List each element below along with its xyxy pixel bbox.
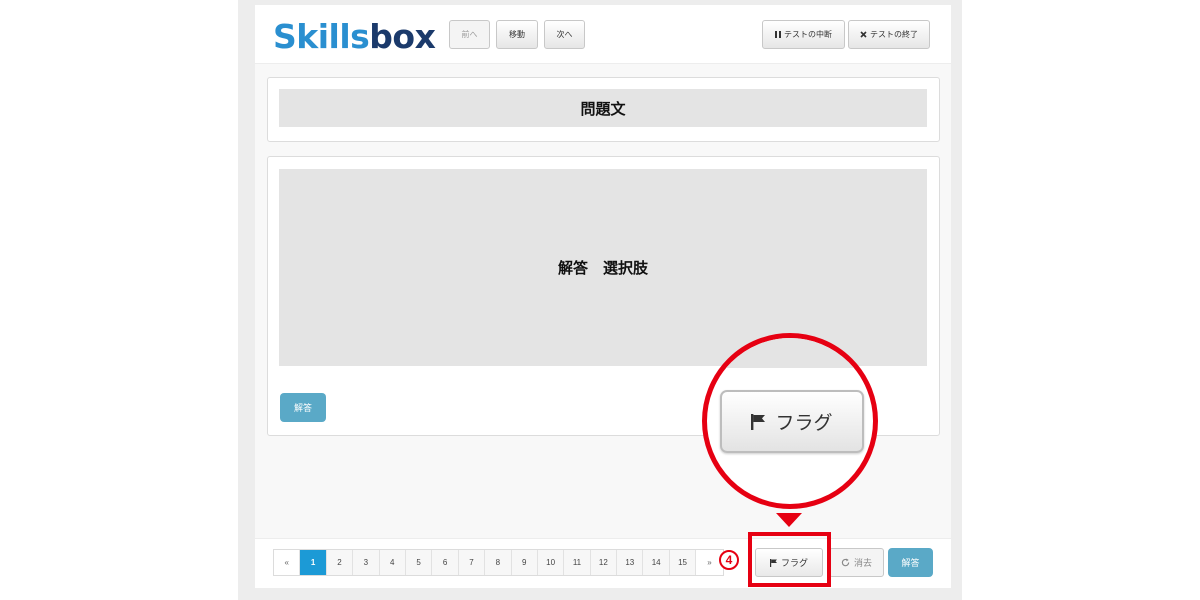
pagination-prev-label: «: [284, 558, 289, 567]
page-number: 15: [678, 558, 687, 567]
callout-pointer-arrow: [776, 513, 802, 527]
page-number: 10: [546, 558, 556, 567]
skillsbox-logo: Skillsbox: [273, 17, 436, 56]
question-text-block: 問題文: [279, 89, 927, 127]
pagination-prev[interactable]: «: [274, 550, 301, 575]
question-pagination: « 1 2 3 4 5 6 7 8 9 10 11 12 13 14 15 »: [273, 549, 724, 576]
page-button-3[interactable]: 3: [353, 550, 380, 575]
page-number: 2: [337, 558, 342, 567]
page-button-13[interactable]: 13: [617, 550, 644, 575]
highlight-box: [748, 532, 831, 587]
page-number: 1: [310, 558, 316, 567]
move-button-label: 移動: [509, 30, 525, 39]
pause-test-button[interactable]: テストの中断: [762, 20, 845, 49]
page-number: 12: [598, 558, 608, 567]
page-button-8[interactable]: 8: [485, 550, 512, 575]
page-button-5[interactable]: 5: [405, 550, 433, 575]
answer-choices-block: 解答 選択肢: [279, 169, 927, 366]
page-number: 6: [442, 558, 448, 567]
page-button-2[interactable]: 2: [326, 550, 354, 575]
zoom-callout: フラグ: [702, 333, 878, 509]
flag-icon: [751, 413, 766, 430]
pagination-next-label: »: [707, 558, 712, 567]
close-icon: [860, 31, 867, 38]
screen: Skillsbox 前へ 移動 次へ テストの中断 テストの終了 問題文 解答 …: [0, 0, 1200, 600]
zoom-background: [707, 338, 873, 368]
submit-answer-label: 解答: [901, 558, 920, 568]
step-number-badge: 4: [719, 550, 739, 570]
zoomed-flag-label: フラグ: [775, 413, 833, 434]
submit-answer-button[interactable]: 解答: [888, 548, 933, 577]
clear-button[interactable]: 消去: [829, 548, 884, 577]
page-number: 7: [469, 558, 474, 567]
next-button-label: 次へ: [556, 30, 573, 39]
page-button-12[interactable]: 12: [590, 550, 618, 575]
page-number: 14: [651, 558, 661, 567]
pause-icon: [775, 31, 781, 38]
page-button-10[interactable]: 10: [537, 550, 565, 575]
panel-answer-label: 解答: [293, 403, 312, 413]
panel-answer-button[interactable]: 解答: [280, 393, 326, 422]
end-test-button[interactable]: テストの終了: [848, 20, 930, 49]
page-number: 8: [495, 558, 501, 567]
page-button-15[interactable]: 15: [669, 550, 697, 575]
page-number: 11: [572, 558, 582, 567]
prev-button-label: 前へ: [461, 30, 478, 39]
question-text-label: 問題文: [580, 100, 626, 118]
next-button[interactable]: 次へ: [544, 20, 585, 49]
logo-part-skills: Skills: [273, 17, 370, 56]
page-number: 5: [416, 558, 421, 567]
page-button-14[interactable]: 14: [643, 550, 670, 575]
page-button-1[interactable]: 1: [300, 550, 327, 575]
answer-choices-label: 解答 選択肢: [557, 260, 648, 277]
page-number: 4: [390, 558, 395, 567]
page-button-7[interactable]: 7: [458, 550, 486, 575]
page-number: 13: [625, 558, 635, 567]
move-button[interactable]: 移動: [496, 20, 538, 49]
page-button-11[interactable]: 11: [564, 550, 591, 575]
pause-test-label: テストの中断: [784, 30, 832, 39]
zoomed-flag-button: フラグ: [720, 390, 864, 453]
end-test-label: テストの終了: [870, 30, 918, 39]
logo-part-box: box: [369, 17, 436, 56]
page-button-6[interactable]: 6: [432, 550, 459, 575]
page-number: 3: [363, 558, 369, 567]
step-number: 4: [725, 553, 733, 567]
page-number: 9: [521, 558, 527, 567]
prev-button[interactable]: 前へ: [449, 20, 490, 49]
top-bar: Skillsbox 前へ 移動 次へ テストの中断 テストの終了: [255, 5, 951, 63]
refresh-icon: [841, 558, 850, 567]
clear-button-label: 消去: [853, 558, 872, 568]
page-button-4[interactable]: 4: [379, 550, 406, 575]
page-button-9[interactable]: 9: [511, 550, 538, 575]
